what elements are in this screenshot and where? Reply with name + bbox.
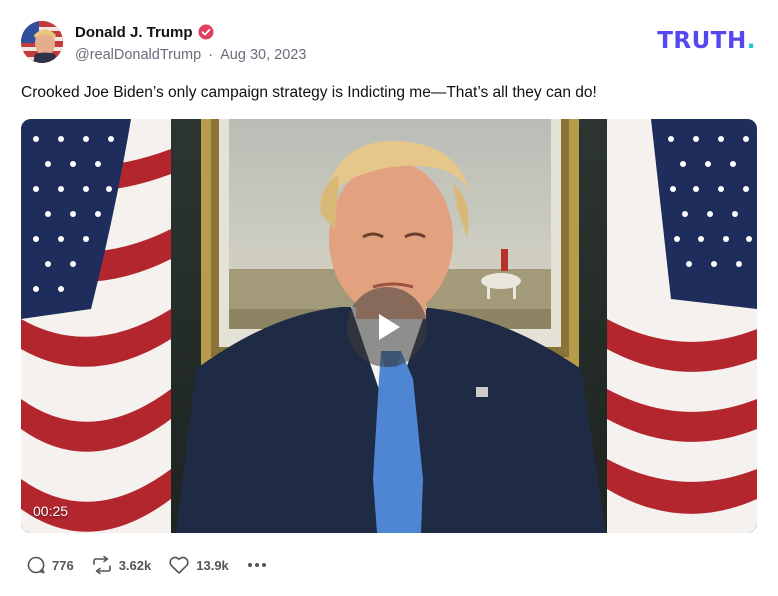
play-button[interactable] xyxy=(347,287,427,367)
verified-badge-icon xyxy=(198,24,214,40)
meta-row: @realDonaldTrump · Aug 30, 2023 xyxy=(75,47,306,65)
more-icon xyxy=(247,563,266,567)
like-icon xyxy=(169,556,189,574)
avatar[interactable] xyxy=(21,21,63,63)
post-date[interactable]: Aug 30, 2023 xyxy=(220,47,306,63)
play-icon xyxy=(379,314,400,340)
name-row: Donald J. Trump xyxy=(75,22,306,42)
reply-icon xyxy=(27,556,45,574)
handle[interactable]: @realDonaldTrump xyxy=(75,47,201,63)
like-count: 13.9k xyxy=(196,557,229,573)
reply-button[interactable]: 776 xyxy=(26,555,74,575)
author-block: Donald J. Trump @realDonaldTrump · Aug 3… xyxy=(75,22,306,65)
retruth-icon xyxy=(92,555,111,575)
more-options-button[interactable] xyxy=(247,562,267,568)
truth-post: Donald J. Trump @realDonaldTrump · Aug 3… xyxy=(0,0,778,596)
reply-count: 776 xyxy=(52,557,74,573)
retruth-button[interactable]: 3.62k xyxy=(91,555,152,575)
post-actions: 776 3.62k 13.9k xyxy=(26,553,267,577)
post-text: Crooked Joe Biden’s only campaign strate… xyxy=(21,84,597,101)
retruth-count: 3.62k xyxy=(118,557,152,573)
truth-logo[interactable]: TRUTH. xyxy=(657,28,756,54)
brand-dot: . xyxy=(746,28,756,54)
brand-wordmark: TRUTH xyxy=(657,28,747,54)
display-name[interactable]: Donald J. Trump xyxy=(75,24,193,41)
like-button[interactable]: 13.9k xyxy=(168,555,229,575)
meta-separator: · xyxy=(208,47,214,63)
video-duration: 00:25 xyxy=(33,503,69,519)
video-player[interactable]: 00:25 xyxy=(21,119,757,533)
